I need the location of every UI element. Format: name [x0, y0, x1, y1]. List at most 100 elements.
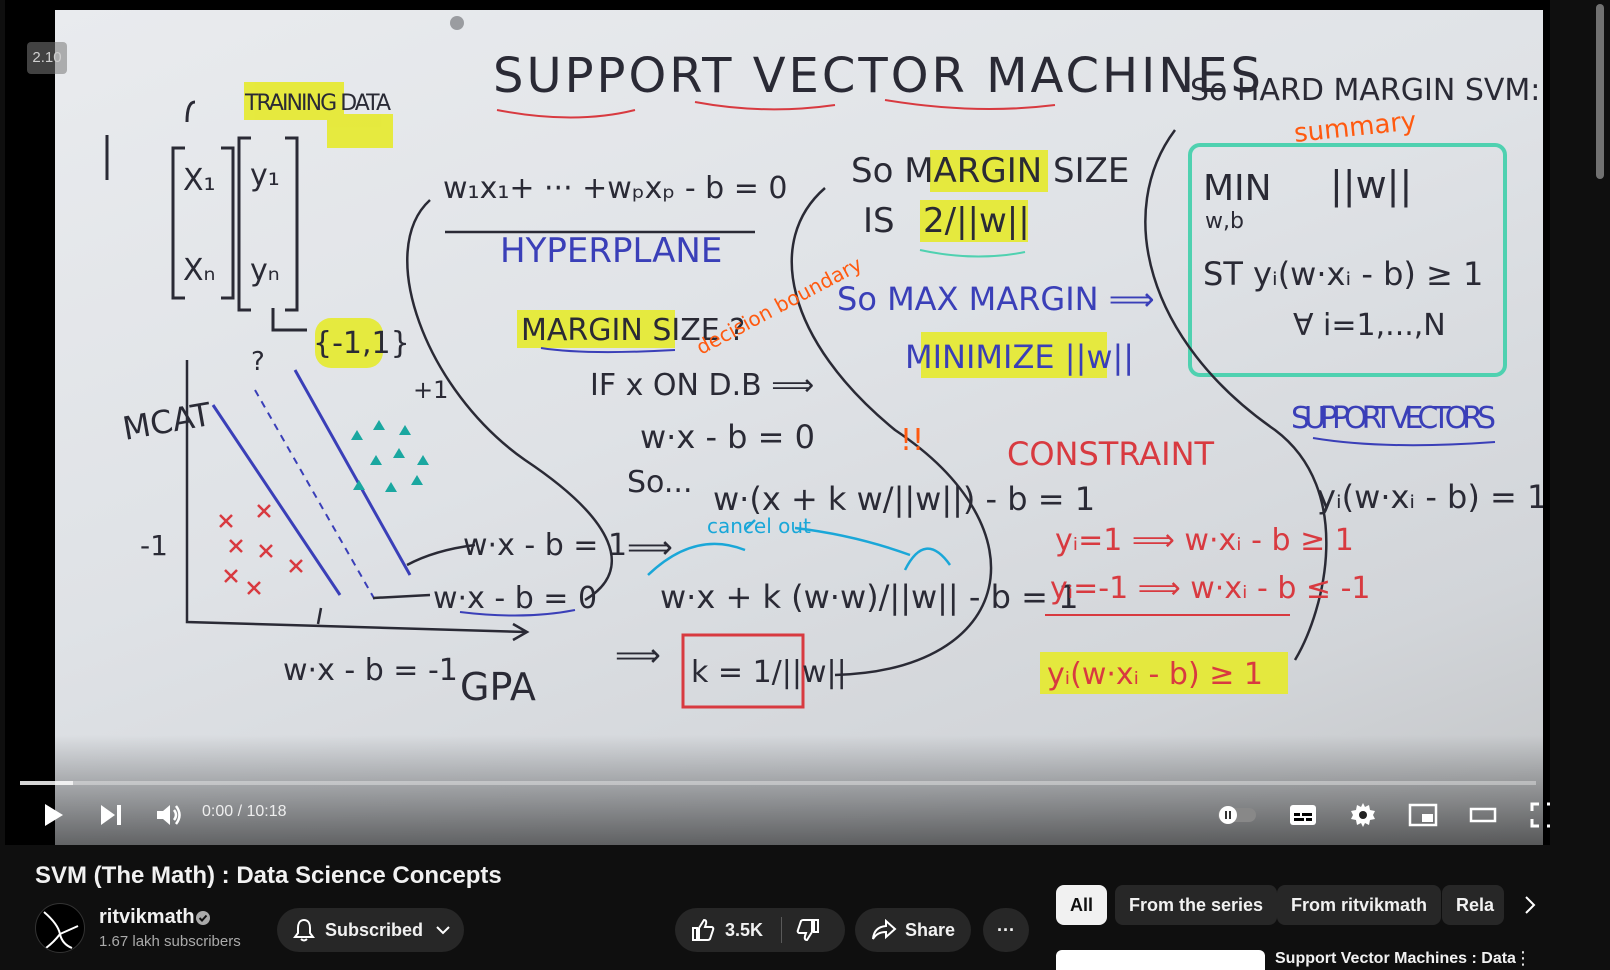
so-margin-size: So MARGIN SIZE: [851, 151, 1129, 191]
substitution-equation: w·(x + k w/||w||) - b = 1: [713, 480, 1095, 518]
arrow-2: ⟹: [615, 636, 661, 674]
so-max-margin: So MAX MARGIN ⟹: [837, 280, 1155, 318]
plus1-line-eq: w·x - b = 1: [463, 528, 627, 563]
channel-name[interactable]: ritvikmath: [99, 906, 195, 929]
yN-label: yₙ: [250, 253, 280, 288]
chip-all[interactable]: All: [1056, 885, 1108, 925]
wx-b-0: w·x - b = 0: [640, 418, 815, 456]
recommendation-thumbnail[interactable]: [1056, 950, 1265, 970]
chip-related[interactable]: Rela: [1442, 885, 1504, 925]
subject-to-constraint: ST yᵢ(w·xᵢ - b) ≥ 1: [1203, 255, 1483, 293]
margin-question: ?: [251, 347, 265, 377]
hyperplane-label: HYPERPLANE: [500, 231, 722, 271]
verified-icon: [196, 911, 210, 925]
video-title: SVM (The Math) : Data Science Concepts: [35, 862, 502, 889]
dislike-button[interactable]: [796, 918, 820, 942]
play-button[interactable]: [35, 797, 71, 833]
autoplay-toggle[interactable]: [1215, 797, 1259, 833]
plus1-class-label: +1: [413, 376, 448, 404]
recommendation-title[interactable]: Support Vector Machines : Data: [1275, 950, 1516, 968]
miniplayer-button[interactable]: [1403, 797, 1443, 833]
chip-from-the-series[interactable]: From the series: [1115, 885, 1278, 925]
settings-button[interactable]: [1343, 797, 1383, 833]
label-set: {-1,1}: [313, 326, 410, 361]
channel-logo-icon: [43, 911, 79, 949]
play-icon: [45, 804, 63, 826]
board-title: SUPPORT VECTOR MACHINES: [493, 48, 1264, 104]
thumbs-down-icon: [796, 919, 820, 942]
scrollbar-thumb[interactable]: [1596, 4, 1604, 179]
constraint-label: CONSTRAINT: [1007, 435, 1215, 473]
wb-subscript: w,b: [1205, 209, 1244, 234]
recommendation-menu-icon[interactable]: ⋮: [1514, 948, 1532, 969]
forall-indices: ∀ i=1,...,N: [1293, 308, 1446, 343]
positive-points: [351, 420, 429, 492]
thumbs-up-icon: [692, 918, 715, 941]
share-button[interactable]: Share: [855, 908, 971, 952]
gpa-axis-label: GPA: [460, 665, 536, 709]
so-dots: So...: [627, 465, 692, 500]
share-label: Share: [905, 919, 956, 940]
theater-mode-icon: [1469, 807, 1497, 823]
min-label: MIN: [1203, 168, 1272, 209]
avatar[interactable]: [35, 903, 85, 953]
like-divider: [781, 917, 783, 943]
miniplayer-icon: [1408, 803, 1438, 827]
minus1-class-label: -1: [140, 529, 168, 562]
settings-icon: [1351, 803, 1375, 827]
fullscreen-button[interactable]: [1523, 797, 1550, 833]
summary-note: summary: [1293, 106, 1418, 149]
whiteboard-drawing: SUPPORT VECTOR MACHINES TRAINING DATA X₁…: [105, 48, 1543, 709]
board-magnet: [450, 16, 464, 30]
theater-mode-button[interactable]: [1463, 797, 1503, 833]
bell-icon: [293, 918, 315, 942]
zero-line-eq: w·x - b = 0: [433, 581, 597, 616]
k-result: k = 1/||w||: [691, 655, 847, 690]
xN-label: Xₙ: [183, 253, 216, 288]
progress-bar[interactable]: [20, 781, 1536, 785]
training-data-label: TRAINING DATA: [244, 91, 391, 116]
subscribed-label: Subscribed: [325, 919, 424, 940]
objective-norm-w: ||w||: [1330, 163, 1412, 208]
more-actions-button[interactable]: ···: [983, 908, 1029, 952]
page-scrollbar[interactable]: [1590, 0, 1610, 962]
like-dislike-group: 3.5K: [675, 908, 845, 952]
chip-from-ritvikmath[interactable]: From ritvikmath: [1277, 885, 1442, 925]
share-icon: [872, 919, 897, 940]
like-count: 3.5K: [725, 919, 764, 940]
next-button[interactable]: [93, 797, 129, 833]
support-vectors-label: SUPPORT VECTORS: [1291, 401, 1496, 436]
minus1-line-eq: w·x - b = -1: [283, 653, 458, 688]
chips-next-button[interactable]: [1514, 889, 1546, 921]
is-label: IS: [863, 201, 895, 241]
decision-lines: [211, 369, 412, 596]
chevron-down-icon: [436, 926, 450, 935]
chevron-right-icon: [1525, 896, 1536, 914]
exclamation: !!: [900, 423, 924, 458]
support-vector-equation: yᵢ(w·xᵢ - b) = 1: [1317, 478, 1543, 516]
constraint-combined: yᵢ(w·xᵢ - b) ≥ 1: [1047, 657, 1263, 692]
subtitles-icon: [1290, 805, 1316, 825]
cancel-out-note: cancel out: [707, 514, 811, 538]
if-on-db: IF x ON D.B ⟹: [590, 368, 814, 403]
volume-button[interactable]: [151, 797, 187, 833]
more-actions-icon: ···: [997, 919, 1015, 940]
autoplay-toggle-icon: [1218, 806, 1256, 824]
video-frame-whiteboard[interactable]: SUPPORT VECTOR MACHINES TRAINING DATA X₁…: [55, 10, 1543, 845]
two-over-norm-w: 2/||w||: [923, 201, 1030, 241]
like-button[interactable]: 3.5K: [675, 908, 763, 952]
progress-fill: [20, 781, 74, 785]
mcat-axis-label: MCAT: [120, 395, 215, 448]
y1-label: y₁: [250, 158, 280, 193]
video-player[interactable]: SUPPORT VECTOR MACHINES TRAINING DATA X₁…: [5, 0, 1550, 845]
expanded-equation: w·x + k (w·w)/||w|| - b = 1: [660, 578, 1078, 616]
arrow-1: ⟹: [627, 528, 673, 566]
minimize-norm-w: MINIMIZE ||w||: [905, 338, 1134, 376]
subscriber-count: 1.67 lakh subscribers: [99, 933, 241, 950]
x1-label: X₁: [183, 163, 216, 198]
next-icon: [101, 805, 121, 825]
matrix-brackets: [105, 100, 307, 332]
subtitles-button[interactable]: [1283, 797, 1323, 833]
subscribed-button[interactable]: Subscribed: [277, 908, 464, 952]
speed-indicator: 2.10: [27, 42, 67, 74]
